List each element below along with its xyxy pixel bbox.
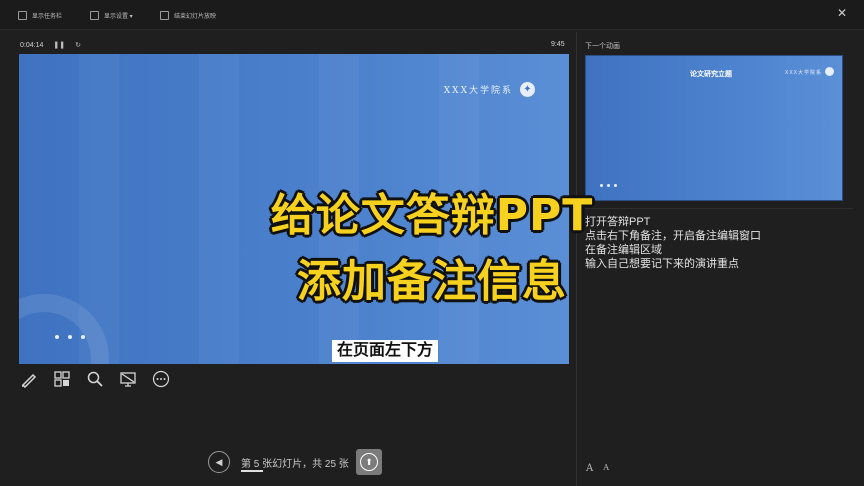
timer: 0:04:14 ❚❚ ↻ [20, 41, 81, 50]
decrease-font-button[interactable]: A [603, 463, 609, 474]
zoom-icon[interactable] [84, 368, 106, 390]
display-settings-button[interactable]: 显示设置 ▾ [90, 9, 133, 21]
slide-tools [18, 368, 172, 390]
previous-arrow-icon[interactable]: ◀ [208, 451, 230, 473]
caption-line-2: 添加备注信息 [297, 256, 567, 307]
pen-tool-icon[interactable] [18, 368, 40, 390]
next-slide-title: 论文研究立题 [690, 71, 732, 78]
next-slide-dots [600, 184, 617, 187]
close-icon[interactable]: ✕ [834, 5, 850, 21]
display-settings-icon [90, 10, 99, 20]
slide-badge-icon: ✦ [520, 82, 535, 97]
elapsed-time: 0:04:14 [20, 41, 44, 49]
pause-icon[interactable]: ❚❚ [53, 41, 65, 49]
slide-counter-underline [241, 470, 263, 472]
display-settings-label: 显示设置 ▾ [104, 13, 133, 20]
slide-counter[interactable]: 第 5 张幻灯片，共 25 张 [241, 455, 349, 470]
caption-line-1: 给论文答辩PPT [270, 190, 594, 241]
show-taskbar-label: 显示任务栏 [32, 13, 63, 20]
next-slide-badge-icon [825, 67, 834, 76]
slide-header-text: XXX大学院系 [443, 86, 513, 96]
next-animation-label: 下一个动画 [585, 43, 620, 50]
more-options-icon[interactable] [150, 368, 172, 390]
current-time: 9:45 [551, 41, 565, 48]
next-slide-preview[interactable]: 论文研究立题 XXX大学院系 [585, 55, 843, 201]
caption-subtitle: 在页面左下方 [332, 340, 439, 362]
presenter-toolbar: 显示任务栏 显示设置 ▾ 结束幻灯片放映 ✕ [0, 0, 864, 30]
slide-dots [55, 335, 85, 339]
end-show-icon [160, 10, 169, 20]
view-all-slides-icon[interactable] [51, 368, 73, 390]
show-taskbar-button[interactable]: 显示任务栏 [18, 9, 62, 21]
end-show-label: 结束幻灯片放映 [174, 13, 217, 20]
black-screen-icon[interactable] [117, 368, 139, 390]
reset-icon[interactable]: ↻ [75, 41, 81, 49]
next-slide-brand: XXX大学院系 [784, 70, 822, 76]
next-slide-button[interactable]: ⬆ [356, 449, 382, 475]
taskbar-icon [18, 10, 27, 20]
end-show-button[interactable]: 结束幻灯片放映 [160, 9, 216, 21]
notes-font-controls: A A [586, 463, 609, 474]
increase-font-button[interactable]: A [586, 463, 593, 474]
next-arrow-icon: ⬆ [360, 453, 378, 471]
